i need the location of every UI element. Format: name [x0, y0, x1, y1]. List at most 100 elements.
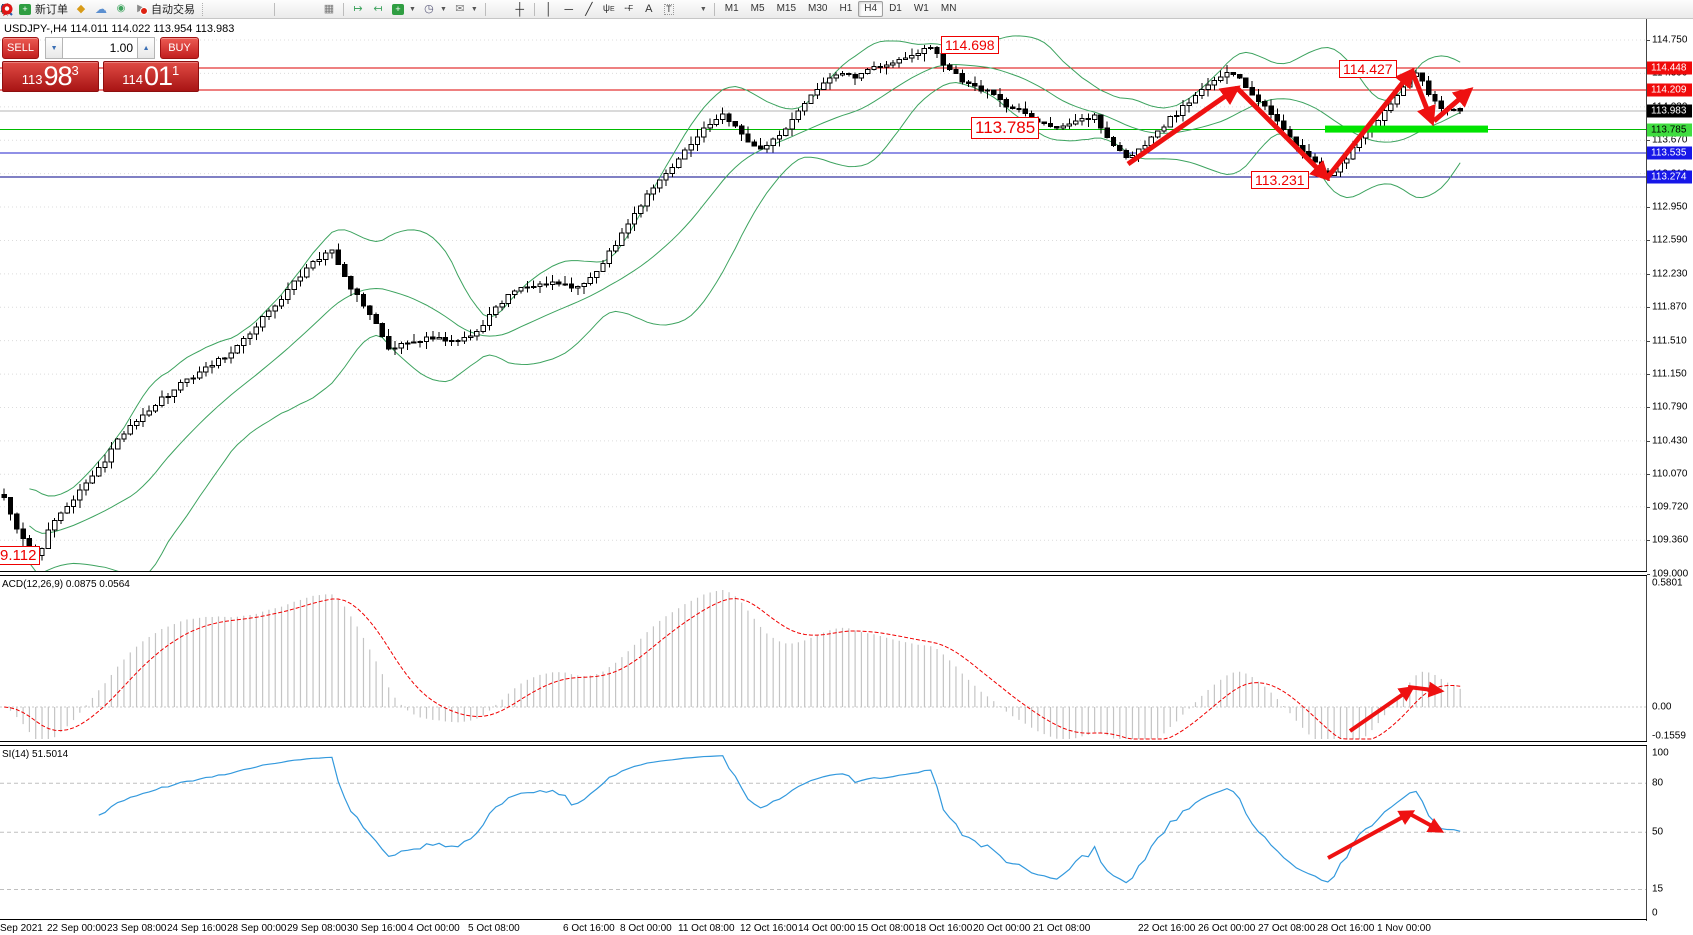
buy-button[interactable]: BUY: [160, 37, 199, 59]
bear-candle: [1099, 115, 1103, 128]
new-order-button[interactable]: +新订单: [15, 1, 71, 17]
market-watch-button[interactable]: ◆: [71, 1, 91, 17]
zoom-out-button[interactable]: −: [299, 1, 319, 17]
bear-candle: [443, 337, 447, 341]
notification-button[interactable]: [1561, 1, 1581, 17]
bar-chart-button[interactable]: [210, 1, 230, 17]
price-axis[interactable]: 114.750114.390114.030113.670113.310112.9…: [1647, 19, 1693, 921]
bull-candle: [71, 500, 75, 506]
volume-decrease-button[interactable]: ▼: [45, 37, 63, 59]
timeframe-button-d1[interactable]: D1: [883, 1, 908, 17]
text-button[interactable]: A: [639, 1, 659, 17]
bull-candle: [708, 125, 712, 128]
line-chart-button[interactable]: [250, 1, 270, 17]
time-axis-label: 22 Oct 16:00: [1138, 923, 1195, 934]
notification-icon: [1564, 3, 1578, 16]
bull-candle: [1395, 96, 1399, 104]
trendline-button[interactable]: ╱: [579, 1, 599, 17]
timeframe-button-m15[interactable]: M15: [771, 1, 802, 17]
templates-icon: ✉: [453, 3, 467, 16]
bull-candle: [330, 250, 334, 253]
bull-candle: [65, 507, 69, 514]
chart-title: USDJPY-,H4 114.011 114.022 113.954 113.9…: [4, 23, 234, 35]
zoom-in-button[interactable]: +: [279, 1, 299, 17]
sell-price[interactable]: 113 98 3: [2, 61, 99, 92]
market-watch-icon: ◆: [74, 3, 88, 16]
bull-candle: [46, 530, 50, 549]
auto-scroll-button[interactable]: ↦: [348, 1, 368, 17]
tile-windows-button[interactable]: ▦: [319, 1, 339, 17]
bull-candle: [254, 327, 258, 334]
data-window-button[interactable]: ☁: [91, 1, 111, 17]
bull-candle: [1200, 90, 1204, 96]
bull-candle: [765, 146, 769, 149]
price-callout: 113.785: [971, 117, 1039, 139]
new-order-button-label: 新订单: [35, 1, 68, 17]
vertical-line-button[interactable]: │: [539, 1, 559, 17]
bull-candle: [683, 150, 687, 159]
auto-trading-button[interactable]: ▶自动交易: [131, 1, 198, 17]
chart-shift-button[interactable]: ↤: [368, 1, 388, 17]
bull-candle: [613, 245, 617, 250]
line-chart-icon: [253, 3, 267, 16]
bull-candle: [872, 67, 876, 70]
bull-candle: [210, 366, 214, 367]
bear-candle: [853, 74, 857, 78]
bull-candle: [1212, 81, 1216, 85]
volume-input[interactable]: [63, 37, 137, 59]
search-button[interactable]: [1531, 1, 1551, 17]
bear-candle: [878, 67, 882, 68]
crosshair-button[interactable]: ┼: [510, 1, 530, 17]
rsi-axis-label: 100: [1652, 748, 1669, 759]
zoom-out-icon: −: [302, 3, 316, 16]
timeframe-button-w1[interactable]: W1: [908, 1, 935, 17]
arrows-button[interactable]: ▼: [679, 1, 710, 17]
bull-candle: [298, 277, 302, 281]
bull-candle: [645, 194, 649, 206]
bear-candle: [1017, 108, 1021, 109]
label-button[interactable]: T: [659, 1, 679, 17]
macd-panel[interactable]: [0, 576, 1646, 741]
toolbar-separator: [534, 3, 535, 16]
equidistant-channel-button[interactable]: ψE: [599, 1, 619, 17]
time-axis[interactable]: Sep 202122 Sep 00:0023 Sep 08:0024 Sep 1…: [0, 921, 1693, 935]
bear-candle: [15, 514, 19, 529]
timeframe-button-m1[interactable]: M1: [719, 1, 745, 17]
timeframe-button-h1[interactable]: H1: [833, 1, 858, 17]
sell-price-sup: 3: [72, 64, 79, 77]
fibonacci-button[interactable]: ┅F: [619, 1, 639, 17]
bear-candle: [1111, 138, 1115, 146]
bull-candle: [651, 188, 655, 194]
cursor-button[interactable]: [490, 1, 510, 17]
periods-button[interactable]: ◷▼: [419, 1, 450, 17]
candlestick-chart-button[interactable]: [230, 1, 250, 17]
bull-candle: [1155, 131, 1159, 137]
bull-candle: [235, 346, 239, 354]
volume-increase-button[interactable]: ▲: [137, 37, 155, 59]
toolbar-separator: [343, 3, 344, 16]
indicators-button[interactable]: +▼: [388, 1, 419, 17]
templates-button[interactable]: ✉▼: [450, 1, 481, 17]
bear-candle: [563, 284, 567, 285]
bull-candle: [450, 340, 454, 341]
timeframe-button-mn[interactable]: MN: [935, 1, 963, 17]
bull-candle: [1092, 115, 1096, 119]
bear-candle: [456, 340, 460, 341]
sell-button[interactable]: SELL: [2, 37, 39, 59]
main-macd-separator[interactable]: [0, 571, 1693, 576]
rsi-panel[interactable]: [0, 746, 1646, 920]
macd-rsi-separator[interactable]: [0, 741, 1693, 746]
axis-tick: [1647, 240, 1650, 241]
bear-candle: [1086, 119, 1090, 120]
main-chart[interactable]: [0, 19, 1646, 571]
timeframe-button-m30[interactable]: M30: [802, 1, 833, 17]
bull-candle: [809, 95, 813, 103]
timeframe-button-m5[interactable]: M5: [745, 1, 771, 17]
buy-price[interactable]: 114 01 1: [103, 61, 200, 92]
timeframe-button-h4[interactable]: H4: [858, 1, 883, 17]
macd-axis-label: -0.1559: [1652, 731, 1686, 742]
horizontal-line-button[interactable]: ─: [559, 1, 579, 17]
bull-candle: [1074, 121, 1078, 124]
strategy-tester-button[interactable]: ◉: [111, 1, 131, 17]
bear-candle: [941, 54, 945, 65]
